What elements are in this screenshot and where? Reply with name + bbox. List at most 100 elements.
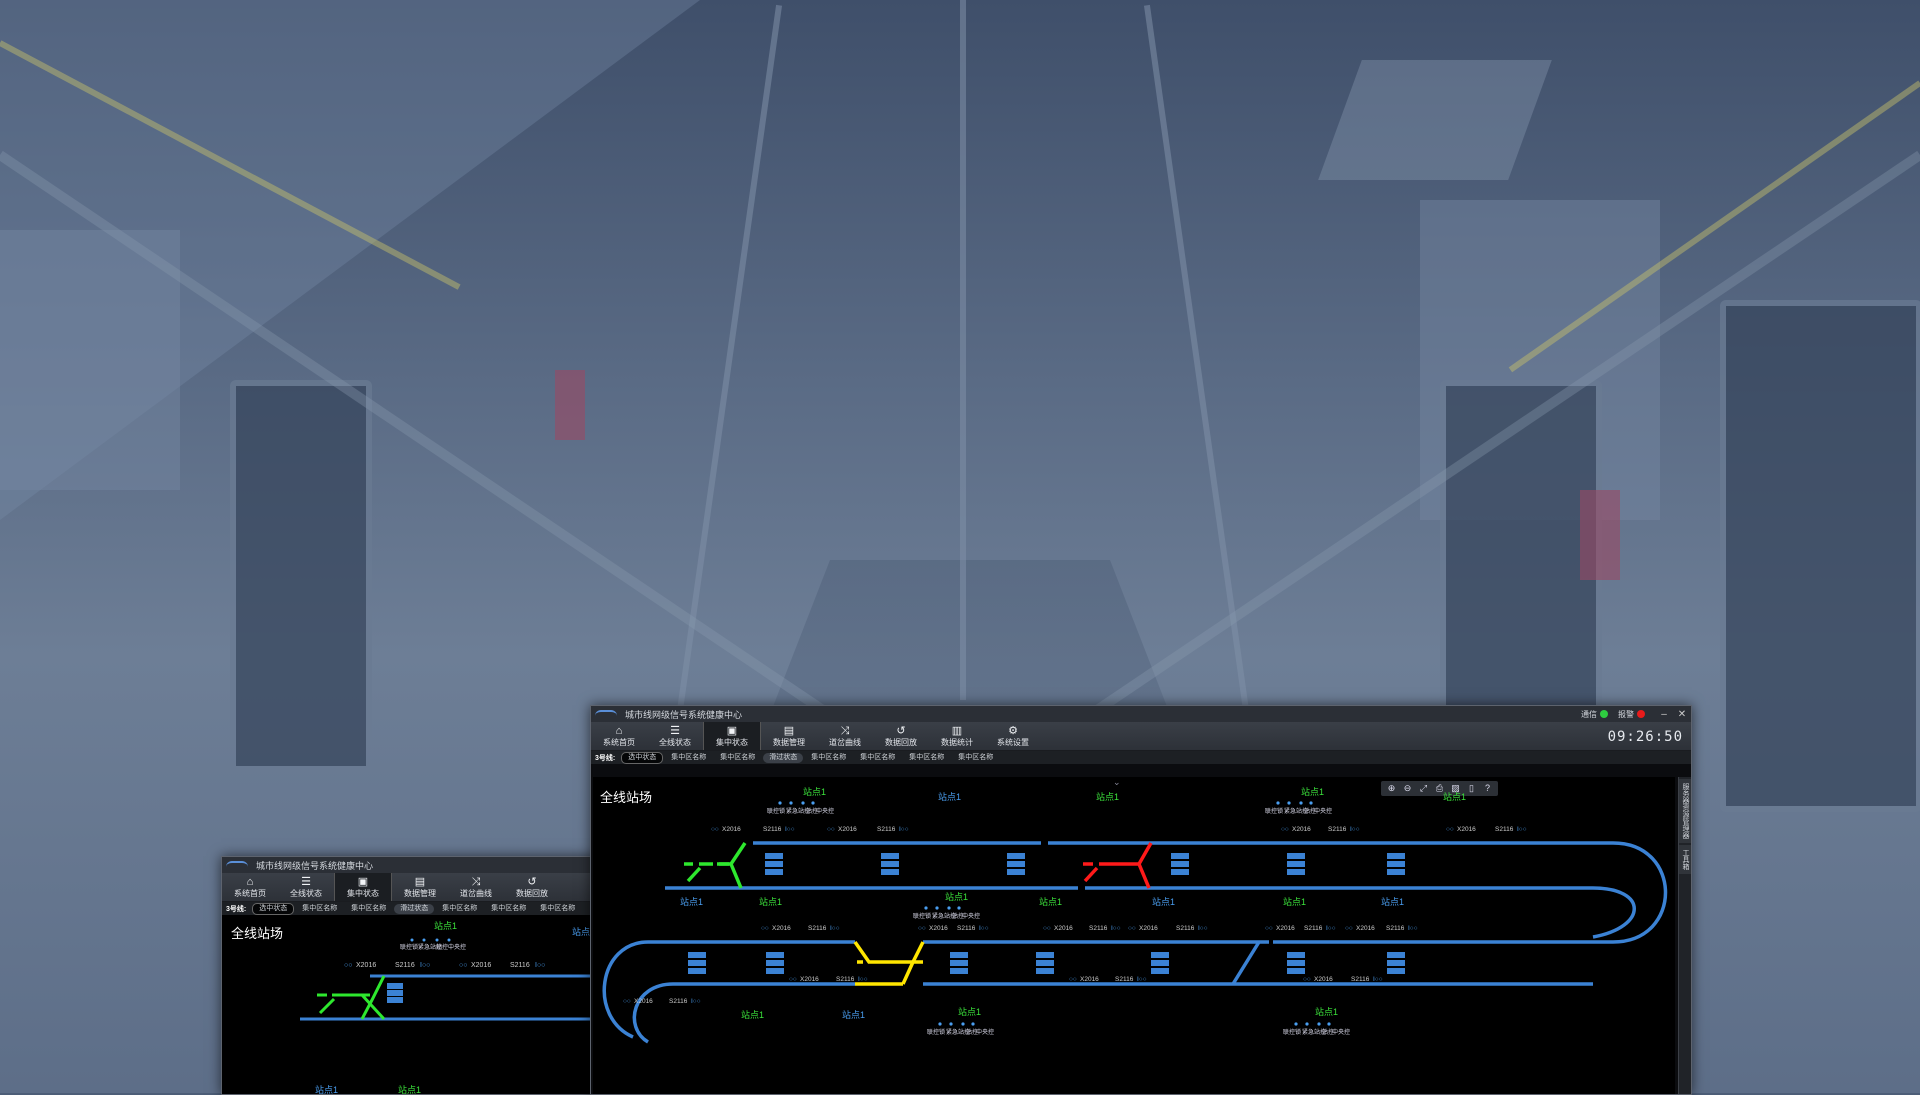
back-menu-line-status[interactable]: ☰ 全线状态 (278, 873, 334, 901)
signal-row-1: ○○ X2016 S2116 I○○ ○○ X2016 S2116 I○○ ○○ X201… (711, 826, 1527, 833)
train-icon: ▣ (357, 875, 369, 888)
back-subtab[interactable]: 选中状态 (252, 902, 295, 915)
svg-text:站点1: 站点1 (315, 1084, 338, 1095)
subtab-selected[interactable]: 选中状态 (621, 751, 664, 764)
menu-central-status[interactable]: ▣ 集中状态 (703, 722, 761, 750)
menu-home[interactable]: ⌂ 系统首页 (591, 722, 647, 750)
app-logo-icon (595, 710, 617, 718)
svg-text:中央控: 中央控 (816, 807, 834, 815)
svg-text:站点1: 站点1 (1315, 1006, 1338, 1017)
control-legend: 联控锁 紧急站控 站控 中央控 (927, 1022, 994, 1036)
back-menu-home[interactable]: ⌂ 系统首页 (222, 873, 278, 901)
menu-statistics[interactable]: ▥ 数据统计 (929, 722, 985, 750)
svg-text:○○: ○○ (344, 962, 352, 969)
subtab-area[interactable]: 集中区名称 (665, 753, 712, 763)
svg-text:X2016: X2016 (838, 826, 857, 833)
svg-text:站点1: 站点1 (1381, 896, 1404, 907)
back-subtab[interactable]: 集中区名称 (436, 904, 483, 914)
svg-text:I○○: I○○ (1517, 826, 1527, 833)
back-subtab-bar: 3号线: 选中状态 集中区名称 集中区名称 滑过状态 集中区名称 集中区名称 集… (222, 902, 602, 915)
subtab-area[interactable]: 集中区名称 (854, 753, 901, 763)
minimize-icon[interactable]: – (1655, 709, 1673, 720)
home-icon: ⌂ (615, 724, 623, 737)
subtab-area[interactable]: 集中区名称 (714, 753, 761, 763)
svg-text:○○: ○○ (1043, 925, 1051, 932)
back-menu-replay[interactable]: ↺ 数据回放 (504, 873, 560, 901)
station-canvas[interactable]: 全线站场 ⌄ ⊕ ⊖ ⤢ ⎙ ▨ ▯ ? 站点1 站点1 站点1 站点1 站点1… (593, 777, 1675, 1094)
svg-text:I○○: I○○ (830, 925, 840, 932)
svg-text:X2016: X2016 (722, 826, 741, 833)
back-menu-central-status[interactable]: ▣ 集中状态 (334, 873, 392, 901)
alarm-status: 报警 (1618, 709, 1645, 720)
back-menu-switch-curve[interactable]: ⤨ 道岔曲线 (448, 873, 504, 901)
svg-text:联控锁: 联控锁 (927, 1028, 945, 1036)
control-legend: 联控锁 紧急站控 站控 中央控 (767, 801, 834, 815)
back-app-window: 城市线网级信号系统健康中心 ⌂ 系统首页 ☰ 全线状态 ▣ 集中状态 ▤ 数据管理 ⤨ 道… (221, 856, 603, 1095)
svg-text:中央控: 中央控 (1332, 1028, 1350, 1036)
svg-text:○○: ○○ (459, 962, 467, 969)
menu-switch-curve[interactable]: ⤨ 道岔曲线 (817, 722, 873, 750)
svg-text:○○: ○○ (711, 826, 719, 833)
svg-text:○○: ○○ (761, 925, 769, 932)
svg-text:站控: 站控 (436, 943, 448, 951)
title-bar: 城市线网级信号系统健康中心 通信 报警 – ✕ (591, 706, 1691, 722)
menu-data-manage[interactable]: ▤ 数据管理 (761, 722, 817, 750)
back-subtab[interactable]: 集中区名称 (345, 904, 392, 914)
clock-display: 09:26:50 (1607, 729, 1683, 745)
subtab-area[interactable]: 集中区名称 (903, 753, 950, 763)
svg-text:○○: ○○ (1069, 976, 1077, 983)
svg-text:○○: ○○ (1281, 826, 1289, 833)
svg-text:X2016: X2016 (1080, 976, 1099, 983)
back-station-canvas[interactable]: 全线站场 站点1 站点1 联控锁 紧急站控 站控 中央控 ○○ X2016 S21… (222, 915, 602, 1095)
menu-settings[interactable]: ⚙ 系统设置 (985, 722, 1041, 750)
svg-text:S2116: S2116 (1495, 826, 1514, 833)
back-window-title: 城市线网级信号系统健康中心 (256, 860, 374, 871)
left-door (230, 380, 372, 772)
subtab-hover[interactable]: 滑过状态 (763, 752, 804, 763)
server-explorer-tab[interactable]: 服务器资源管理器 (1679, 779, 1691, 843)
back-menu-data-manage[interactable]: ▤ 数据管理 (392, 873, 448, 901)
close-icon[interactable]: ✕ (1673, 709, 1691, 720)
back-subtab[interactable]: 集中区名称 (534, 904, 581, 914)
svg-text:S2116: S2116 (1115, 976, 1134, 983)
track-diagram: 站点1 站点1 站点1 站点1 站点1 联控锁 紧急站控 站控 中央控 联控锁 … (602, 786, 1668, 1044)
svg-text:站点1: 站点1 (398, 1084, 421, 1095)
svg-text:I○○: I○○ (1373, 976, 1383, 983)
menu-line-status[interactable]: ☰ 全线状态 (647, 722, 703, 750)
back-subtab[interactable]: 集中区名称 (296, 904, 343, 914)
svg-text:站点1: 站点1 (842, 1009, 865, 1020)
svg-text:I○○: I○○ (1408, 925, 1418, 932)
menu-replay[interactable]: ↺ 数据回放 (873, 722, 929, 750)
toolbox-tab[interactable]: 工具箱 (1679, 845, 1691, 874)
document-icon: ▤ (414, 875, 426, 888)
svg-text:站点1: 站点1 (958, 1006, 981, 1017)
station-label: 站点1 (434, 920, 457, 931)
svg-text:S2116: S2116 (669, 998, 688, 1005)
svg-text:S2116: S2116 (1328, 826, 1347, 833)
control-legend: 联控锁 紧急站控 站控 中央控 (1283, 1022, 1350, 1036)
back-subtab[interactable]: 集中区名称 (485, 904, 532, 914)
subtab-area[interactable]: 集中区名称 (952, 753, 999, 763)
switch-curve-icon: ⤨ (840, 724, 850, 737)
back-track-diagram: 站点1 站点1 联控锁 紧急站控 站控 中央控 ○○ X2016 S2116 I○○… (300, 920, 602, 1095)
alarm-status-dot (1637, 710, 1645, 718)
back-subtab[interactable]: 滑过状态 (394, 903, 435, 914)
svg-text:联控锁: 联控锁 (1283, 1028, 1301, 1036)
main-menu-bar: ⌂ 系统首页 ☰ 全线状态 ▣ 集中状态 ▤ 数据管理 ⤨ 道岔曲线 ↺ 数据回放 ▥ 数据统… (591, 722, 1691, 751)
user-settings-icon: ⚙ (1008, 724, 1018, 737)
svg-text:○○: ○○ (1303, 976, 1311, 983)
svg-text:X2016: X2016 (471, 962, 491, 969)
subtab-bar: 3号线: 选中状态 集中区名称 集中区名称 滑过状态 集中区名称 集中区名称 集… (591, 751, 1691, 764)
station-label: 站点1 (1301, 786, 1324, 797)
replay-icon: ↺ (527, 875, 537, 888)
control-legend: 联控锁 紧急站控 站控 中央控 (1265, 801, 1332, 815)
bar-chart-icon: ▥ (951, 724, 963, 737)
ceiling-light (1318, 60, 1552, 180)
svg-text:S2116: S2116 (1089, 925, 1108, 932)
svg-text:站点1: 站点1 (1283, 896, 1306, 907)
subtab-area[interactable]: 集中区名称 (805, 753, 852, 763)
svg-text:中央控: 中央控 (962, 912, 980, 920)
left-window (0, 230, 180, 490)
svg-text:X2016: X2016 (1054, 925, 1073, 932)
svg-text:站点1: 站点1 (1152, 896, 1175, 907)
